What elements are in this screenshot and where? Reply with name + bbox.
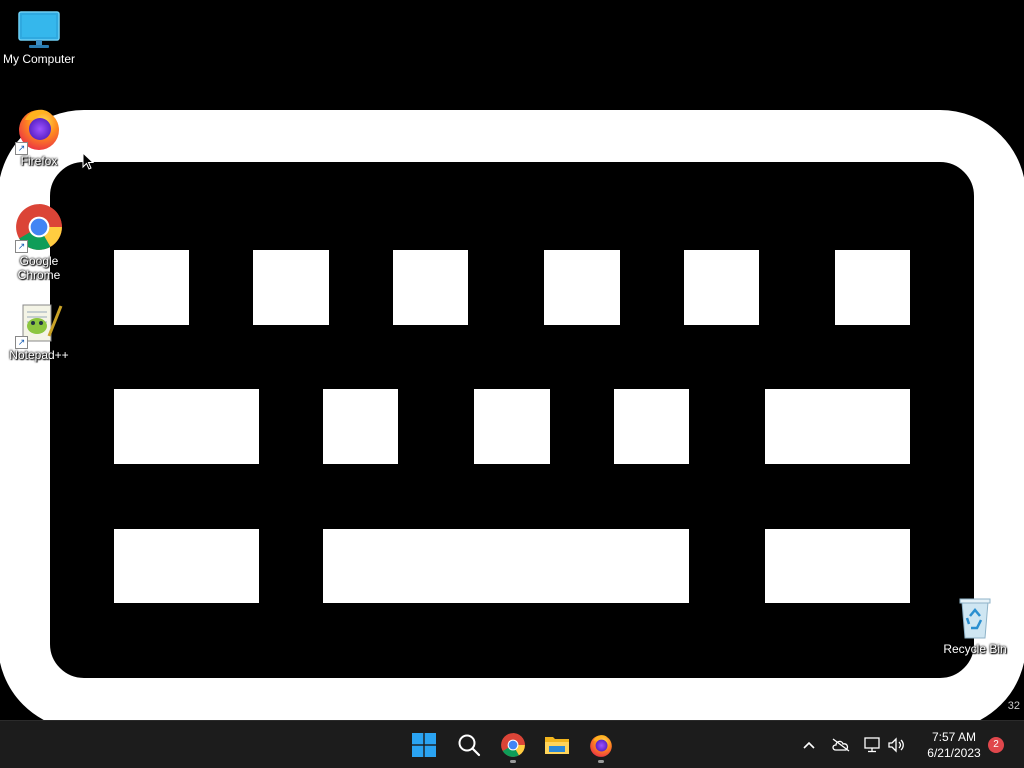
keyboard-icon	[0, 110, 1024, 720]
shortcut-arrow-icon: ↗	[15, 336, 28, 349]
desktop-icon-my-computer[interactable]: My Computer	[1, 10, 77, 66]
desktop-icon-label: Firefox	[20, 154, 58, 168]
desktop-icon-notepad-plus-plus[interactable]: ↗ Notepad++	[1, 302, 77, 362]
desktop-icon-label: Recycle Bin	[943, 642, 1007, 656]
desktop: My Computer ↗ Firefox ↗ Google Chrome ↗ …	[0, 0, 1024, 720]
folder-icon	[545, 737, 569, 754]
network-button[interactable]	[862, 735, 882, 755]
chrome-icon	[501, 733, 525, 757]
desktop-icon-google-chrome[interactable]: ↗ Google Chrome	[1, 202, 77, 282]
clock-date: 6/21/2023	[927, 746, 981, 760]
speaker-icon	[888, 737, 904, 753]
show-hidden-icons-button[interactable]	[799, 735, 819, 755]
desktop-icon-label: Notepad++	[9, 348, 69, 362]
desktop-icon-recycle-bin[interactable]: Recycle Bin	[937, 596, 1013, 656]
taskbar: 7:57 AM 6/21/2023 2	[0, 720, 1024, 768]
mouse-cursor-icon	[82, 152, 94, 170]
network-icon	[864, 737, 880, 753]
desktop-icon-label: Google Chrome	[17, 254, 61, 282]
onedrive-button[interactable]	[831, 735, 851, 755]
shortcut-arrow-icon: ↗	[15, 240, 28, 253]
running-indicator	[510, 760, 516, 763]
chevron-up-icon	[803, 741, 815, 749]
corner-text: 32	[1007, 700, 1020, 712]
notification-badge[interactable]: 2	[988, 737, 1004, 753]
desktop-icon-firefox[interactable]: ↗ Firefox	[1, 104, 77, 168]
volume-button[interactable]	[886, 735, 906, 755]
taskbar-chrome-button[interactable]	[495, 727, 531, 763]
shortcut-arrow-icon: ↗	[15, 142, 28, 155]
taskbar-firefox-button[interactable]	[583, 727, 619, 763]
search-icon	[458, 734, 481, 757]
clock-button[interactable]: 7:57 AM 6/21/2023	[912, 729, 996, 761]
search-button[interactable]	[451, 727, 487, 763]
desktop-icon-label: My Computer	[2, 52, 76, 66]
monitor-icon	[18, 11, 60, 48]
running-indicator	[598, 760, 604, 763]
clock-time: 7:57 AM	[931, 730, 977, 744]
recycle-bin-icon	[959, 598, 991, 639]
start-button[interactable]	[406, 727, 442, 763]
taskbar-file-explorer-button[interactable]	[539, 727, 575, 763]
windows-start-icon	[412, 733, 436, 757]
firefox-icon	[590, 735, 612, 757]
cloud-offline-icon	[832, 738, 850, 752]
